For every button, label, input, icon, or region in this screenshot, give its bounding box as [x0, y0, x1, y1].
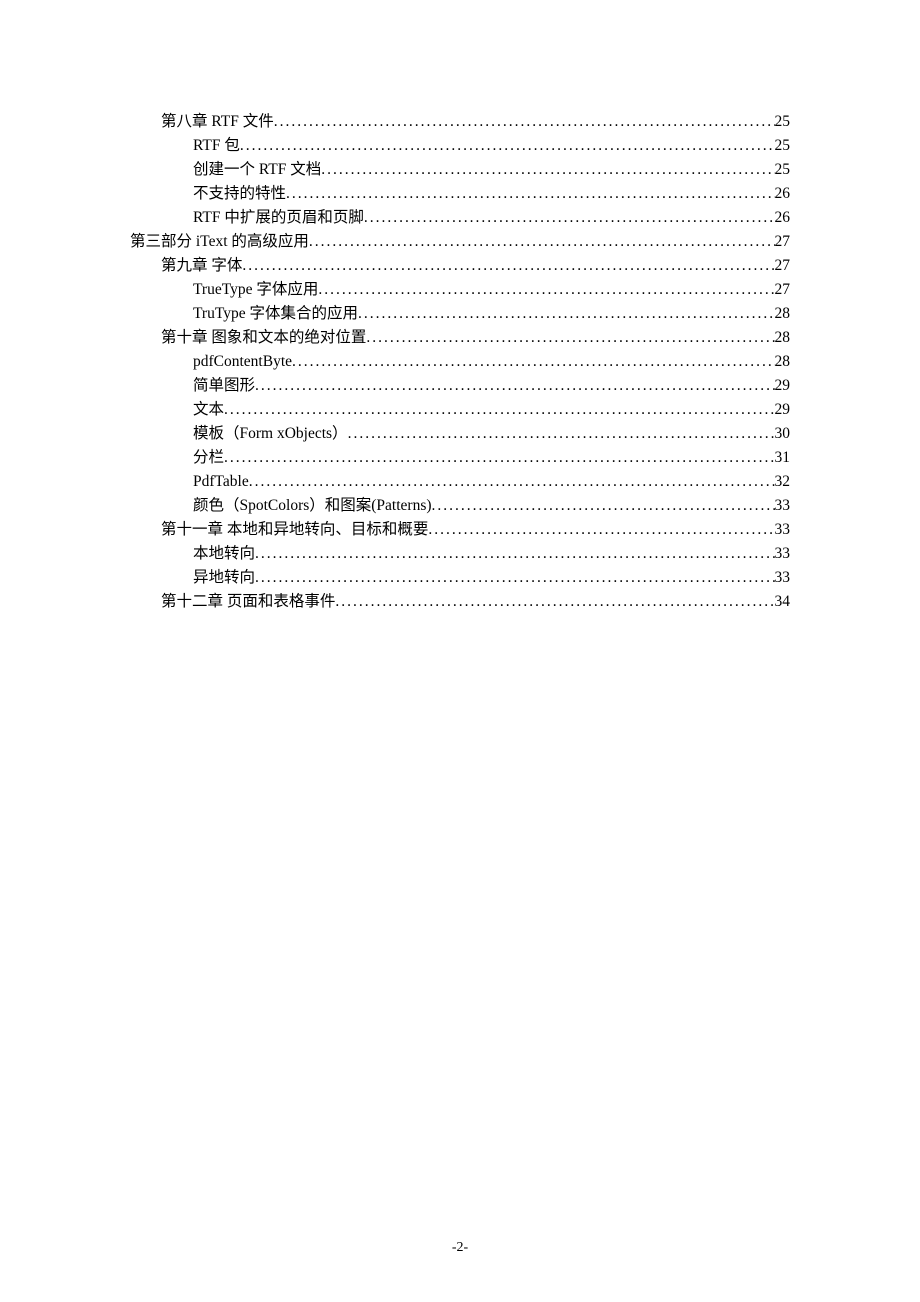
toc-entry-page: 33 [775, 566, 791, 590]
toc-dot-leader [274, 110, 775, 134]
toc-dot-leader [366, 326, 774, 350]
toc-entry: pdfContentByte 28 [130, 350, 790, 374]
toc-entry: TrueType 字体应用 27 [130, 278, 790, 302]
toc-entry: 分栏 31 [130, 446, 790, 470]
toc-entry-page: 31 [775, 446, 791, 470]
toc-entry-label: 简单图形 [193, 374, 255, 398]
toc-entry-page: 27 [775, 254, 791, 278]
toc-entry-label: 分栏 [193, 446, 224, 470]
toc-entry: 本地转向 33 [130, 542, 790, 566]
toc-entry: 简单图形 29 [130, 374, 790, 398]
toc-entry: 文本 29 [130, 398, 790, 422]
toc-entry: RTF 包 25 [130, 134, 790, 158]
toc-entry-label: PdfTable [193, 470, 249, 494]
toc-entry-label: 第九章 字体 [161, 254, 242, 278]
toc-entry-label: 第三部分 iText 的高级应用 [130, 230, 309, 254]
toc-dot-leader [240, 134, 775, 158]
table-of-contents: 第八章 RTF 文件 25RTF 包 25创建一个 RTF 文档 25不支持的特… [130, 110, 790, 614]
toc-dot-leader [318, 278, 774, 302]
toc-dot-leader [286, 182, 774, 206]
toc-entry-label: 异地转向 [193, 566, 255, 590]
toc-entry: 第十一章 本地和异地转向、目标和概要 33 [130, 518, 790, 542]
toc-entry-page: 30 [775, 422, 791, 446]
toc-entry-page: 34 [775, 590, 791, 614]
toc-entry-page: 28 [775, 302, 791, 326]
toc-entry-page: 26 [775, 206, 791, 230]
toc-dot-leader [255, 374, 774, 398]
toc-entry: 第十二章 页面和表格事件 34 [130, 590, 790, 614]
toc-entry-label: RTF 包 [193, 134, 240, 158]
toc-entry: TruType 字体集合的应用 28 [130, 302, 790, 326]
toc-dot-leader [255, 542, 774, 566]
toc-dot-leader [309, 230, 775, 254]
toc-entry-label: 模板（Form xObjects） [193, 422, 348, 446]
toc-entry-page: 29 [775, 398, 791, 422]
toc-dot-leader [432, 494, 775, 518]
toc-entry-page: 33 [775, 542, 791, 566]
toc-entry-page: 25 [775, 134, 791, 158]
toc-entry-label: 不支持的特性 [193, 182, 286, 206]
toc-entry-label: 文本 [193, 398, 224, 422]
toc-dot-leader [358, 302, 775, 326]
toc-entry-page: 28 [775, 326, 791, 350]
toc-dot-leader [335, 590, 774, 614]
toc-dot-leader [249, 470, 775, 494]
toc-dot-leader [224, 446, 774, 470]
toc-entry: 颜色（SpotColors）和图案(Patterns) 33 [130, 494, 790, 518]
toc-entry-page: 28 [775, 350, 791, 374]
toc-entry: 模板（Form xObjects） 30 [130, 422, 790, 446]
toc-dot-leader [348, 422, 775, 446]
toc-entry-page: 25 [775, 110, 791, 134]
toc-entry-label: 第十二章 页面和表格事件 [161, 590, 335, 614]
toc-dot-leader [364, 206, 775, 230]
toc-entry: 第十章 图象和文本的绝对位置 28 [130, 326, 790, 350]
toc-entry-label: 本地转向 [193, 542, 255, 566]
toc-entry: 创建一个 RTF 文档 25 [130, 158, 790, 182]
toc-dot-leader [292, 350, 774, 374]
toc-entry-page: 29 [775, 374, 791, 398]
toc-entry-label: TruType 字体集合的应用 [193, 302, 358, 326]
toc-entry-page: 32 [775, 470, 791, 494]
document-page: 第八章 RTF 文件 25RTF 包 25创建一个 RTF 文档 25不支持的特… [0, 0, 920, 1302]
toc-entry: 不支持的特性 26 [130, 182, 790, 206]
toc-entry: 第八章 RTF 文件 25 [130, 110, 790, 134]
toc-dot-leader [224, 398, 774, 422]
toc-dot-leader [255, 566, 774, 590]
toc-entry-label: 创建一个 RTF 文档 [193, 158, 321, 182]
toc-entry: 第三部分 iText 的高级应用 27 [130, 230, 790, 254]
toc-dot-leader [242, 254, 774, 278]
toc-entry-page: 26 [775, 182, 791, 206]
toc-dot-leader [428, 518, 774, 542]
toc-entry-page: 33 [775, 518, 791, 542]
page-number: -2- [0, 1240, 920, 1256]
toc-entry-page: 27 [775, 230, 791, 254]
toc-entry-page: 27 [775, 278, 791, 302]
toc-entry-label: 第十一章 本地和异地转向、目标和概要 [161, 518, 428, 542]
toc-entry-label: 颜色（SpotColors）和图案(Patterns) [193, 494, 432, 518]
toc-entry: 第九章 字体 27 [130, 254, 790, 278]
toc-entry-label: TrueType 字体应用 [193, 278, 318, 302]
toc-entry-label: 第八章 RTF 文件 [161, 110, 274, 134]
toc-entry: 异地转向 33 [130, 566, 790, 590]
toc-entry-page: 25 [775, 158, 791, 182]
toc-entry-label: 第十章 图象和文本的绝对位置 [161, 326, 366, 350]
toc-entry-label: pdfContentByte [193, 350, 292, 374]
toc-entry-label: RTF 中扩展的页眉和页脚 [193, 206, 364, 230]
toc-entry: RTF 中扩展的页眉和页脚 26 [130, 206, 790, 230]
toc-dot-leader [321, 158, 774, 182]
toc-entry: PdfTable 32 [130, 470, 790, 494]
toc-entry-page: 33 [775, 494, 791, 518]
